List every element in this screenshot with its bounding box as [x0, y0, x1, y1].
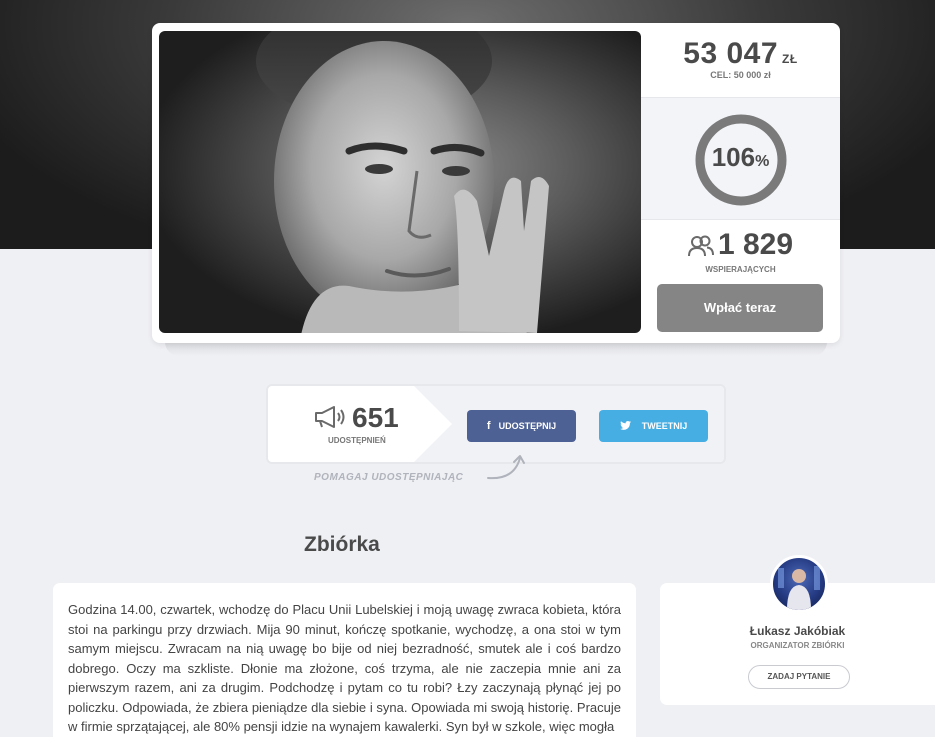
campaign-photo: [159, 31, 641, 333]
megaphone-icon: [314, 404, 348, 436]
donate-button[interactable]: Wpłać teraz: [657, 284, 823, 332]
currency-label: ZŁ: [782, 52, 798, 66]
story-text: Godzina 14.00, czwartek, wchodzę do Plac…: [68, 602, 621, 734]
share-help-text: POMAGAJ UDOSTĘPNIAJĄC: [314, 472, 464, 483]
hero-card-shadow: [165, 342, 827, 356]
amount-box: 53 047 ZŁ CEL: 50 000 zł: [641, 23, 840, 97]
share-count: 651: [314, 402, 454, 436]
supporters-label: WSPIERAJĄCYCH: [705, 265, 776, 274]
facebook-share-button[interactable]: f UDOSTĘPNIJ: [467, 410, 576, 442]
progress-percent: 106%: [711, 142, 770, 172]
supporters-count: 1 829: [641, 228, 840, 265]
campaign-stats: 53 047 ZŁ CEL: 50 000 zł 106% 1 829 WSPIE…: [641, 23, 840, 343]
section-title: Zbiórka: [304, 533, 380, 556]
amount-raised: 53 047 ZŁ: [683, 37, 798, 70]
progress-box: 106%: [641, 97, 840, 220]
percent-sign: %: [755, 153, 770, 170]
share-count-label: UDOSTĘPNIEŃ: [328, 436, 386, 445]
goal-label: CEL: 50 000 zł: [710, 70, 771, 80]
twitter-share-button[interactable]: TWEETNIJ: [599, 410, 708, 442]
campaign-card: 53 047 ZŁ CEL: 50 000 zł 106% 1 829 WSPIE…: [152, 23, 840, 343]
users-icon: [687, 231, 714, 265]
twitter-icon: [619, 420, 634, 432]
organizer-role: ORGANIZATOR ZBIÓRKI: [750, 641, 845, 650]
curved-arrow-icon: [487, 455, 525, 480]
story-card: Godzina 14.00, czwartek, wchodzę do Plac…: [53, 583, 636, 737]
ask-question-button[interactable]: ZADAJ PYTANIE: [748, 665, 850, 689]
organizer-name[interactable]: Łukasz Jakóbiak: [660, 624, 935, 638]
facebook-icon: f: [486, 420, 491, 432]
avatar[interactable]: [770, 555, 828, 613]
